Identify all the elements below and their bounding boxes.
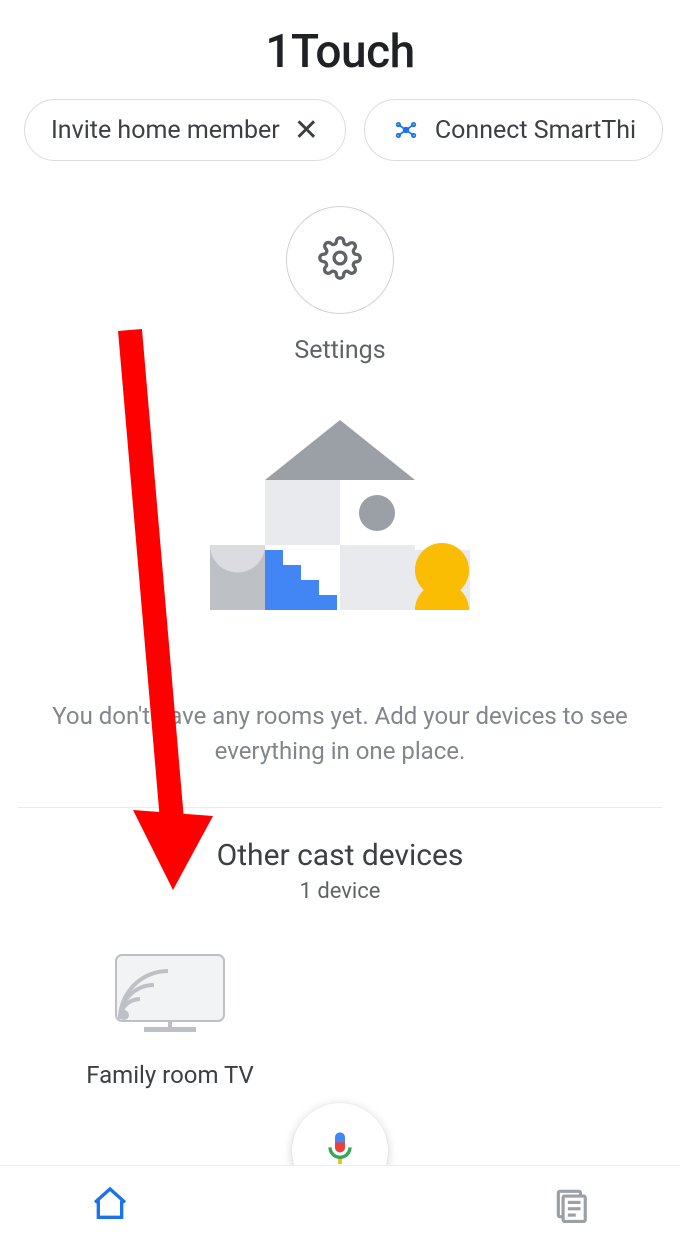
other-devices-count: 1 device xyxy=(0,879,680,904)
home-icon xyxy=(90,1209,130,1228)
cast-device-tile[interactable]: Family room TV xyxy=(70,949,270,1089)
cast-tv-icon xyxy=(110,1024,230,1043)
suggestion-chips: Invite home member ✕ Connect SmartThi xyxy=(0,99,680,161)
gear-icon xyxy=(318,236,362,284)
empty-home-illustration xyxy=(0,420,680,654)
close-icon[interactable]: ✕ xyxy=(294,113,319,148)
divider xyxy=(18,807,662,808)
invite-home-member-chip[interactable]: Invite home member ✕ xyxy=(24,99,346,161)
device-label: Family room TV xyxy=(70,1061,270,1089)
connect-smartthings-chip[interactable]: Connect SmartThi xyxy=(364,99,663,161)
page-title: 1Touch xyxy=(0,25,680,79)
empty-rooms-text: You don't have any rooms yet. Add your d… xyxy=(30,699,650,769)
chip-label: Connect SmartThi xyxy=(435,116,636,145)
bottom-nav xyxy=(0,1165,680,1245)
nav-feed-button[interactable] xyxy=(552,1185,590,1227)
settings-button[interactable] xyxy=(286,206,394,314)
other-devices-title: Other cast devices xyxy=(0,838,680,873)
nav-home-button[interactable] xyxy=(90,1184,130,1228)
feed-icon xyxy=(552,1208,590,1227)
smartthings-icon xyxy=(391,115,421,145)
chip-label: Invite home member xyxy=(51,116,280,145)
settings-label: Settings xyxy=(0,336,680,365)
